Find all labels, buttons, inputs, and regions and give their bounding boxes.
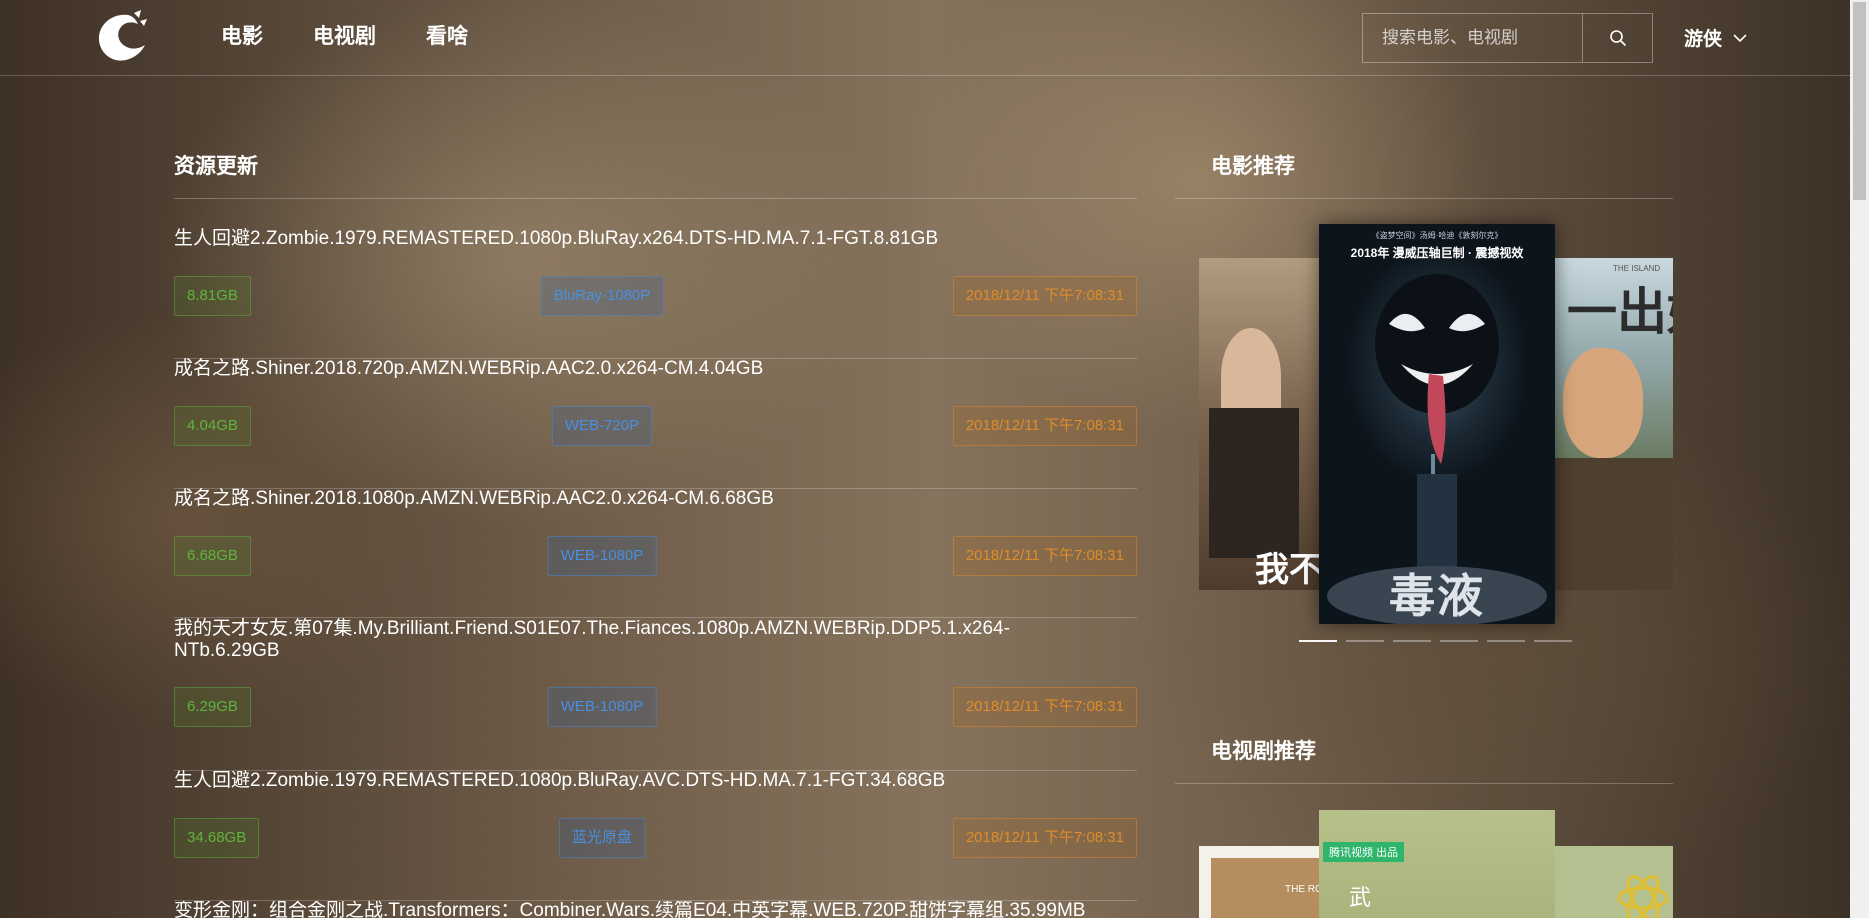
size-badge: 6.29GB xyxy=(174,687,251,727)
user-menu[interactable]: 游侠 xyxy=(1684,24,1748,51)
tag-row: 6.29GB WEB-1080P 2018/12/11 下午7:08:31 xyxy=(174,687,1137,727)
movie-poster-right[interactable]: 一出好戏 THE ISLAND xyxy=(1553,258,1673,590)
date-badge: 2018/12/11 下午7:08:31 xyxy=(952,536,1137,576)
format-badge: WEB-720P xyxy=(551,406,653,446)
tag-row: 4.04GB WEB-720P 2018/12/11 下午7:08:31 xyxy=(174,406,1137,446)
carousel-dots xyxy=(1299,640,1581,642)
main-nav: 电影 电视剧 看啥 xyxy=(221,22,518,52)
date-badge: 2018/12/11 下午7:08:31 xyxy=(952,818,1137,858)
poster-figure-body xyxy=(1209,408,1299,558)
date-badge: 2018/12/11 下午7:08:31 xyxy=(952,406,1137,446)
size-badge: 6.68GB xyxy=(174,536,251,576)
carousel-dot[interactable] xyxy=(1299,640,1337,642)
poster-badge: 腾讯视频 出品 xyxy=(1323,842,1405,862)
format-badge: WEB-1080P xyxy=(547,536,657,576)
list-item: 成名之路.Shiner.2018.720p.AMZN.WEBRip.AAC2.0… xyxy=(174,359,1137,489)
poster-title: 一出好戏 xyxy=(1567,282,1673,341)
tag-row: 6.68GB WEB-1080P 2018/12/11 下午7:08:31 xyxy=(174,536,1137,576)
tag-row: 34.68GB 蓝光原盘 2018/12/11 下午7:08:31 xyxy=(174,818,1137,858)
resource-title[interactable]: 成名之路.Shiner.2018.1080p.AMZN.WEBRip.AAC2.… xyxy=(174,489,1074,508)
divider xyxy=(174,198,1137,199)
resource-title[interactable]: 变形金刚：组合金刚之战.Transformers：Combiner.Wars.续… xyxy=(174,901,1137,918)
size-badge: 8.81GB xyxy=(174,276,251,316)
list-item: 我的天才女友.第07集.My.Brilliant.Friend.S01E07.T… xyxy=(174,618,1137,771)
nav-movies[interactable]: 电影 xyxy=(221,22,263,52)
size-badge: 4.04GB xyxy=(174,406,251,446)
nav-what-to-watch[interactable]: 看啥 xyxy=(426,22,468,52)
carousel-dot[interactable] xyxy=(1440,640,1478,642)
poster-overlay-text: THE ISLAND xyxy=(1613,264,1661,273)
tag-row: 8.81GB BluRay-1080P 2018/12/11 下午7:08:31 xyxy=(174,276,1137,316)
size-badge: 34.68GB xyxy=(174,818,260,858)
list-item: 成名之路.Shiner.2018.1080p.AMZN.WEBRip.AAC2.… xyxy=(174,489,1137,618)
poster-title: 我不 xyxy=(1255,550,1319,590)
chevron-down-icon xyxy=(1733,33,1747,42)
search-button[interactable] xyxy=(1582,14,1652,62)
scrollbar-thumb[interactable] xyxy=(1853,2,1866,200)
list-item: 变形金刚：组合金刚之战.Transformers：Combiner.Wars.续… xyxy=(174,901,1137,918)
nav-tv-series[interactable]: 电视剧 xyxy=(313,22,376,52)
list-item: 生人回避2.Zombie.1979.REMASTERED.1080p.BluRa… xyxy=(174,771,1137,901)
carousel-dot[interactable] xyxy=(1346,640,1384,642)
section-title-movies: 电影推荐 xyxy=(1211,155,1295,178)
tv-poster-left[interactable]: THE RO xyxy=(1199,846,1319,918)
movie-poster-center[interactable]: 《盗梦空间》汤姆·哈迪《敦刻尔克》 2018年 漫威压轴巨制 · 震撼视效 毒液 xyxy=(1319,224,1555,624)
movie-poster-left[interactable]: 我不 xyxy=(1199,258,1319,590)
top-header: 电影 电视剧 看啥 游侠 xyxy=(0,0,1850,76)
tv-poster-right[interactable] xyxy=(1553,846,1673,918)
format-badge: 蓝光原盘 xyxy=(558,818,646,858)
poster-title: THE RO xyxy=(1285,884,1319,895)
format-badge: WEB-1080P xyxy=(547,687,657,727)
site-logo[interactable] xyxy=(94,9,150,65)
tv-poster-center[interactable]: 腾讯视频 出品 武 xyxy=(1319,810,1555,918)
date-badge: 2018/12/11 下午7:08:31 xyxy=(952,687,1137,727)
date-badge: 2018/12/11 下午7:08:31 xyxy=(952,276,1137,316)
section-title-tv: 电视剧推荐 xyxy=(1211,740,1316,763)
resource-title[interactable]: 我的天才女友.第07集.My.Brilliant.Friend.S01E07.T… xyxy=(174,618,1074,662)
atom-icon xyxy=(1617,875,1669,918)
format-badge: BluRay-1080P xyxy=(540,276,664,316)
search-input[interactable] xyxy=(1363,14,1582,62)
poster-title: 武 xyxy=(1349,886,1372,911)
resource-title[interactable]: 生人回避2.Zombie.1979.REMASTERED.1080p.BluRa… xyxy=(174,229,1074,248)
poster-figure-body xyxy=(1553,458,1673,590)
divider xyxy=(1175,783,1673,784)
carousel-dot[interactable] xyxy=(1487,640,1525,642)
carousel-dot[interactable] xyxy=(1534,640,1572,642)
list-item: 生人回避2.Zombie.1979.REMASTERED.1080p.BluRa… xyxy=(174,229,1137,359)
poster-figure xyxy=(1563,348,1643,458)
carousel-dot[interactable] xyxy=(1393,640,1431,642)
poster-title: 毒液 xyxy=(1389,569,1485,623)
resource-title[interactable]: 生人回避2.Zombie.1979.REMASTERED.1080p.BluRa… xyxy=(174,771,1074,790)
logo-icon xyxy=(98,10,147,61)
divider xyxy=(1175,198,1673,199)
section-title-updates: 资源更新 xyxy=(174,155,258,178)
search-icon xyxy=(1609,30,1626,46)
resource-title[interactable]: 成名之路.Shiner.2018.720p.AMZN.WEBRip.AAC2.0… xyxy=(174,359,1074,378)
search-box xyxy=(1362,13,1653,63)
username: 游侠 xyxy=(1684,29,1723,50)
page-scrollbar[interactable] xyxy=(1850,0,1869,918)
